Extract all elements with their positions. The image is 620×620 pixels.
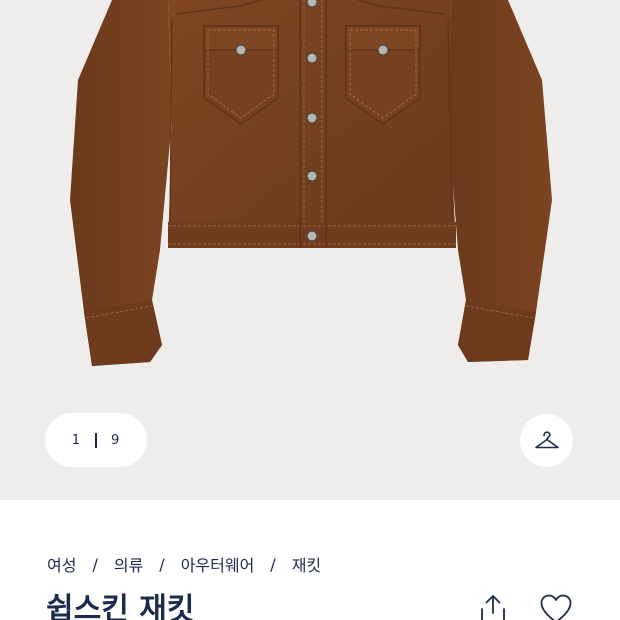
pager-current: 1	[71, 432, 81, 448]
breadcrumb-item-women[interactable]: 여성	[47, 552, 76, 576]
product-gallery[interactable]: 1 9	[0, 0, 620, 500]
wishlist-button[interactable]	[536, 589, 576, 620]
hanger-icon	[534, 430, 559, 448]
share-icon	[481, 595, 505, 620]
breadcrumb-item-jackets[interactable]: 재킷	[292, 552, 321, 576]
pager-total: 9	[111, 432, 121, 448]
product-title: 쉽스킨 재킷	[46, 592, 195, 620]
breadcrumb-separator: /	[270, 554, 276, 574]
share-button[interactable]	[473, 589, 513, 620]
image-pager[interactable]: 1 9	[45, 413, 147, 467]
breadcrumb-separator: /	[159, 554, 165, 574]
pager-divider	[95, 432, 97, 448]
breadcrumb-item-clothing[interactable]: 의류	[114, 552, 143, 576]
breadcrumb-separator: /	[92, 554, 98, 574]
breadcrumb-item-outerwear[interactable]: 아우터웨어	[181, 552, 255, 576]
breadcrumb: 여성 / 의류 / 아우터웨어 / 재킷	[47, 552, 321, 576]
hanger-button[interactable]	[520, 414, 573, 467]
heart-icon	[540, 594, 572, 620]
